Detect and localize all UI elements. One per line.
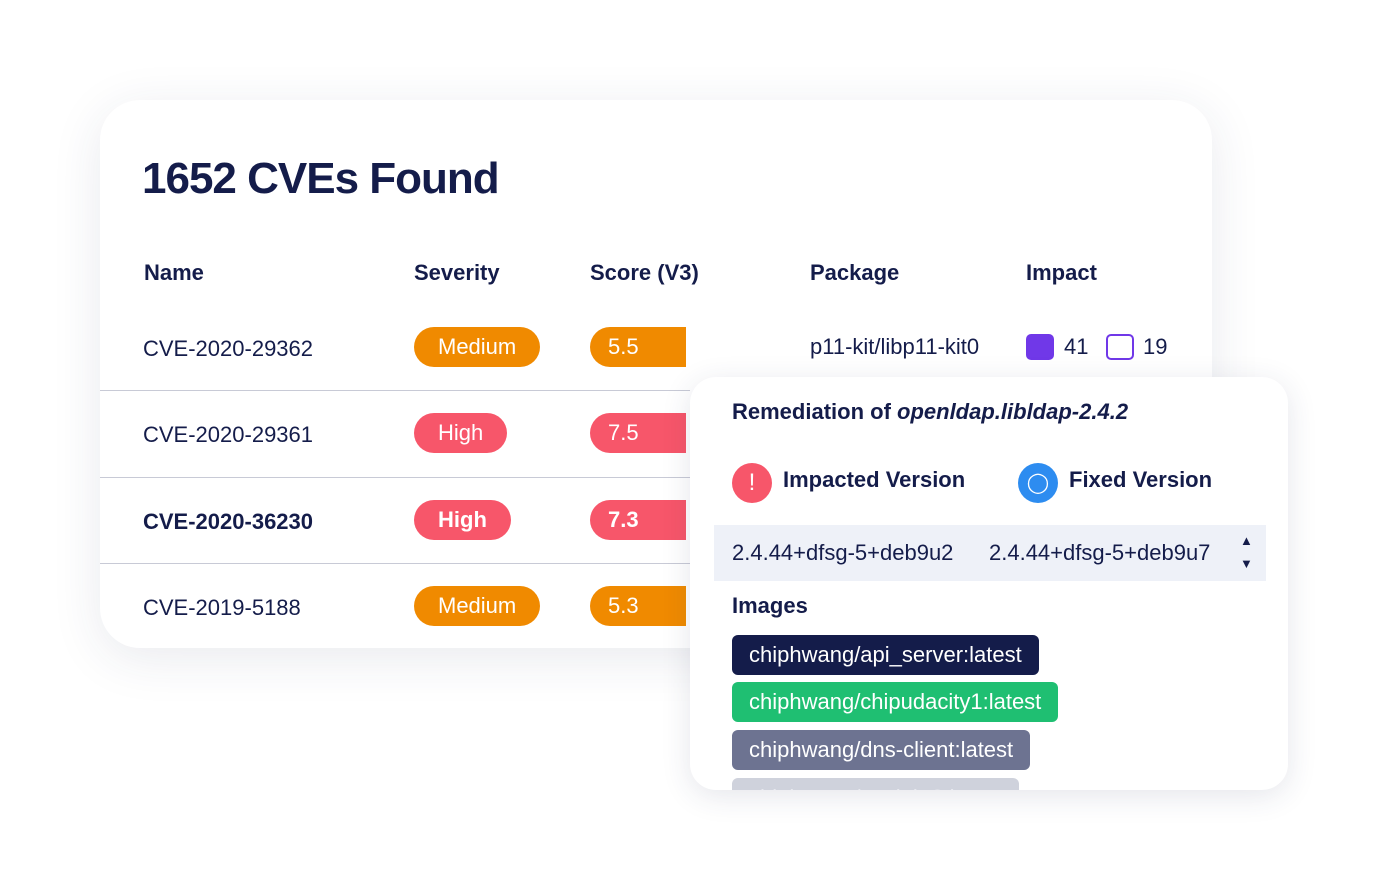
score-bar: 5.3 — [590, 586, 686, 626]
impact-outlined-count: 19 — [1143, 334, 1168, 359]
image-tag[interactable]: chiphwang/api_server:latest — [732, 635, 1039, 675]
severity-badge: High — [414, 413, 508, 453]
version-row: 2.4.44+dfsg-5+deb9u2 2.4.44+dfsg-5+deb9u… — [714, 525, 1266, 581]
impacted-version: 2.4.44+dfsg-5+deb9u2 — [732, 540, 954, 565]
col-score[interactable]: Score (V3) — [590, 260, 699, 286]
cve-name: CVE-2020-29362 — [143, 336, 314, 361]
cve-name: CVE-2019-5188 — [143, 595, 301, 620]
severity-badge: Medium — [414, 586, 541, 626]
table-row[interactable]: CVE-2020-36230 High 7.3 — [100, 477, 700, 563]
remediation-title: Remediation of openldap.libldap-2.4.2 — [732, 399, 1129, 424]
arrow-down-icon[interactable]: ▼ — [1240, 556, 1253, 571]
lightbulb-icon: ◯ — [1018, 463, 1058, 503]
impact-filled-icon — [1026, 334, 1054, 360]
images-label: Images — [732, 593, 808, 618]
score-bar: 7.3 — [590, 500, 686, 540]
impact-outlined-icon — [1106, 334, 1134, 360]
score-bar: 7.5 — [590, 413, 686, 453]
arrow-up-icon[interactable]: ▲ — [1240, 533, 1253, 548]
score-bar: 5.5 — [590, 327, 686, 367]
table-row[interactable]: CVE-2019-5188 Medium 5.3 — [100, 563, 700, 648]
image-tag[interactable]: chiphwang/exploit-2:latest — [732, 778, 1020, 790]
col-name[interactable]: Name — [144, 260, 204, 286]
remediation-popup: Remediation of openldap.libldap-2.4.2 ! … — [690, 377, 1288, 790]
col-package[interactable]: Package — [810, 260, 899, 286]
cve-name: CVE-2020-36230 — [143, 509, 314, 534]
table-row[interactable]: CVE-2020-29361 High 7.5 — [100, 390, 700, 476]
impacted-version-label: Impacted Version — [783, 467, 966, 492]
severity-badge: Medium — [414, 327, 541, 367]
image-tag[interactable]: chiphwang/chipudacity1:latest — [732, 682, 1059, 722]
fixed-version: 2.4.44+dfsg-5+deb9u7 — [989, 540, 1211, 565]
impact-filled-count: 41 — [1064, 334, 1089, 359]
cve-name: CVE-2020-29361 — [143, 422, 314, 447]
table-row[interactable]: CVE-2020-29362 Medium 5.5 — [100, 304, 700, 390]
alert-icon: ! — [732, 463, 772, 503]
image-tag[interactable]: chiphwang/dns-client:latest — [732, 730, 1031, 770]
col-severity[interactable]: Severity — [414, 260, 500, 286]
package-name: p11-kit/libp11-kit0 — [810, 334, 980, 359]
fixed-version-label: Fixed Version — [1069, 467, 1213, 492]
col-impact[interactable]: Impact — [1026, 260, 1097, 286]
severity-badge: High — [414, 500, 511, 540]
page-title: 1652 CVEs Found — [142, 154, 500, 203]
